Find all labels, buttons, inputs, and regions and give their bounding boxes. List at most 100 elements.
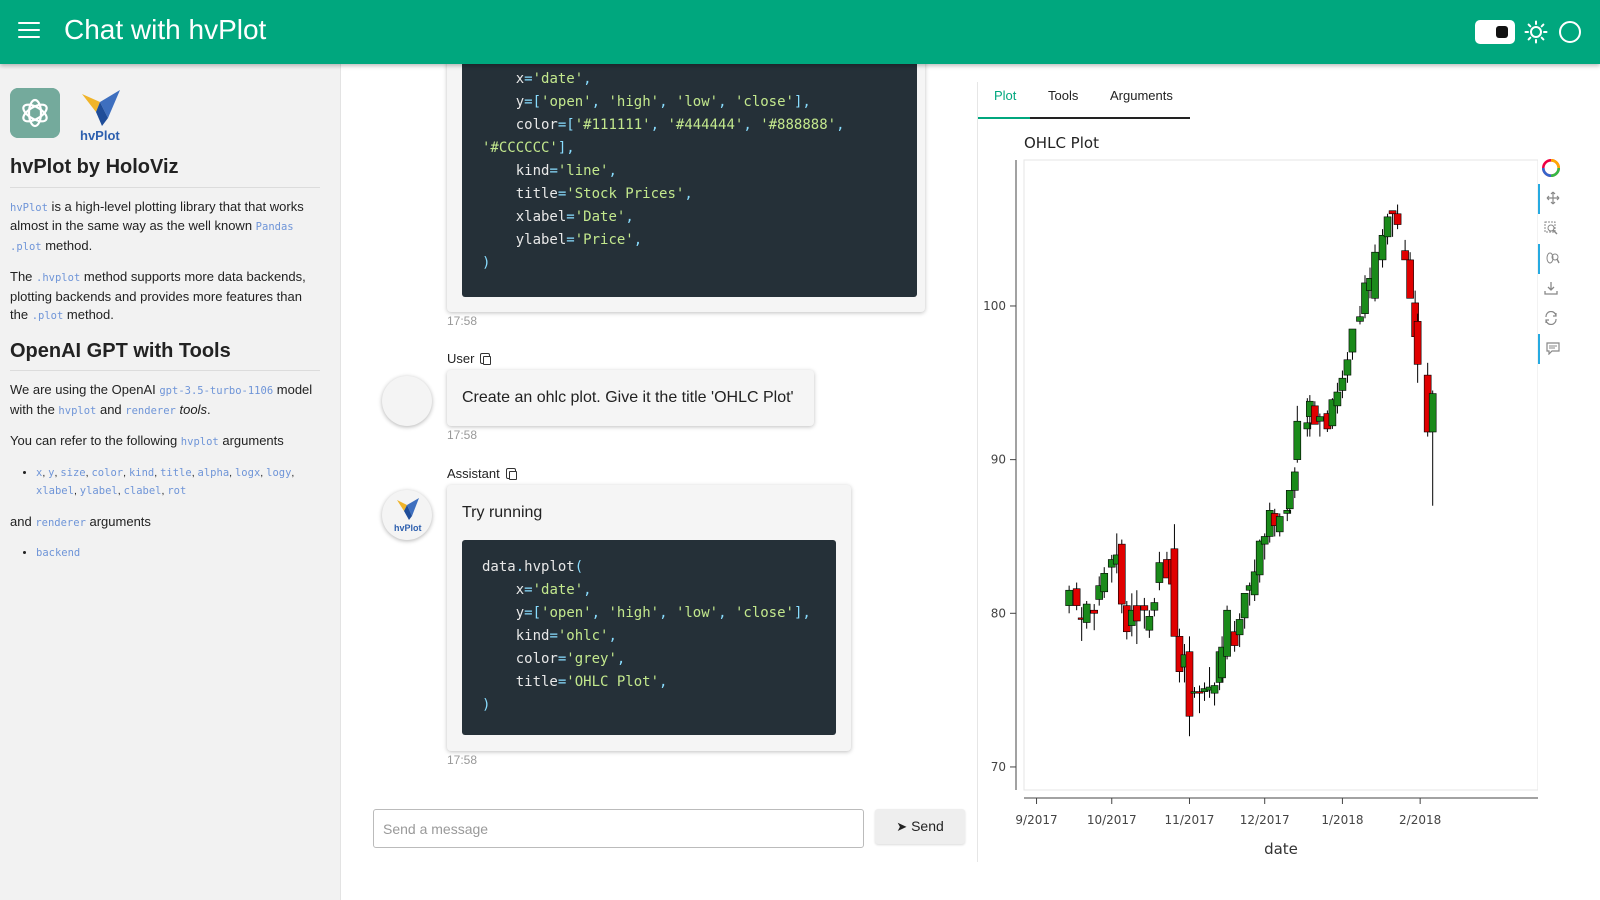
- menu-icon[interactable]: [18, 22, 40, 40]
- sidebar-model-paragraph: We are using the OpenAI gpt-3.5-turbo-11…: [10, 382, 313, 417]
- candle-body: [1082, 603, 1091, 623]
- code-line: title='OHLC Plot',: [482, 674, 668, 690]
- hvplot-link[interactable]: hvPlot: [10, 202, 48, 214]
- candle-body: [1290, 471, 1299, 491]
- copy-icon[interactable]: [480, 353, 492, 365]
- hvplot-method-link[interactable]: .hvplot: [36, 272, 80, 284]
- argument-link-ylabel[interactable]: ylabel: [80, 485, 118, 497]
- candle-body: [1285, 490, 1294, 510]
- code-line: xlabel='Date',: [482, 209, 634, 225]
- sidebar-title-openai: OpenAI GPT with Tools: [10, 341, 320, 371]
- hvplot-arguments-list: x, y, size, color, kind, title, alpha, l…: [10, 464, 330, 501]
- renderer-args-link[interactable]: renderer: [35, 517, 86, 529]
- renderer-tool-link[interactable]: renderer: [125, 405, 176, 417]
- message-text: Create an ohlc plot. Give it the title '…: [462, 389, 794, 406]
- argument-link-x[interactable]: x: [36, 467, 42, 479]
- code-line: x='date',: [482, 71, 592, 87]
- argument-link-xlabel[interactable]: xlabel: [36, 485, 74, 497]
- message-input[interactable]: [373, 809, 864, 848]
- candle-body: [1240, 593, 1249, 619]
- tab-arguments[interactable]: Arguments: [1110, 88, 1173, 103]
- code-line: '#CCCCCC'],: [482, 140, 575, 156]
- candle-body: [1428, 393, 1437, 433]
- list-item: backend: [36, 544, 330, 563]
- sidebar-logos: hvPlot: [10, 88, 330, 143]
- code-block: x='date', y=['open', 'high', 'low', 'clo…: [462, 64, 917, 297]
- candle-body: [1133, 605, 1141, 622]
- message-timestamp: 17:58: [447, 314, 478, 328]
- message-bubble: x='date', y=['open', 'high', 'low', 'clo…: [447, 64, 925, 312]
- candle-body: [1388, 210, 1397, 215]
- app-header: Chat with hvPlot: [0, 0, 1600, 64]
- candle-body: [1383, 216, 1392, 238]
- save-tool-icon[interactable]: [1538, 274, 1564, 304]
- send-button[interactable]: ➤ Send: [875, 809, 965, 844]
- candle-body: [1371, 251, 1379, 299]
- candle-body: [1333, 391, 1342, 407]
- argument-link-y[interactable]: y: [48, 467, 54, 479]
- candle-body: [1293, 420, 1302, 460]
- model-link[interactable]: gpt-3.5-turbo-1106: [159, 385, 273, 397]
- candle-body: [1348, 328, 1357, 353]
- candle-body: [1311, 405, 1319, 425]
- hover-tool-icon[interactable]: [1538, 334, 1564, 364]
- candle-body: [1090, 609, 1099, 614]
- tab-tools[interactable]: Tools: [1048, 88, 1078, 103]
- code-line: x='date',: [482, 582, 592, 598]
- tab-plot[interactable]: Plot: [994, 88, 1016, 103]
- reset-tool-icon[interactable]: [1538, 304, 1564, 334]
- sidebar-arguments-paragraph: You can refer to the following hvplot ar…: [10, 433, 284, 448]
- candle-body: [1250, 571, 1259, 596]
- wheel-zoom-tool-icon[interactable]: [1538, 244, 1564, 274]
- candle-body: [1401, 250, 1409, 261]
- sidebar-title-hvplot: hvPlot by HoloViz: [10, 157, 320, 188]
- candle-body: [1275, 516, 1284, 533]
- candle-body: [1338, 377, 1347, 391]
- argument-link-size[interactable]: size: [60, 467, 85, 479]
- x-tick-label: 9/2017: [1015, 813, 1057, 827]
- candle-body: [1072, 588, 1081, 606]
- argument-link-rot[interactable]: rot: [167, 485, 186, 497]
- message-timestamp: 17:58: [447, 753, 478, 767]
- x-axis-label: date: [1264, 840, 1298, 858]
- plot-toolbar: [1538, 154, 1564, 364]
- argument-link-kind[interactable]: kind: [129, 467, 154, 479]
- x-tick-label: 12/2017: [1240, 813, 1290, 827]
- hvplot-args-link[interactable]: hvplot: [181, 436, 219, 448]
- message-bubble: Try running data.hvplot( x='date', y=['o…: [447, 485, 851, 751]
- copy-icon[interactable]: [505, 468, 517, 480]
- ohlc-chart[interactable]: 70 80 90 100 9/2017 10/2017 11/2017 12/2017 1/20…: [978, 148, 1538, 858]
- argument-link-clabel[interactable]: clabel: [124, 485, 162, 497]
- backend-arg-link[interactable]: backend: [36, 547, 80, 559]
- theme-toggle[interactable]: [1475, 20, 1515, 44]
- argument-link-logy[interactable]: logy: [266, 467, 291, 479]
- hvplot-tool-link[interactable]: hvplot: [58, 405, 96, 417]
- code-line: title='Stock Prices',: [482, 186, 693, 202]
- tab-bar: Plot Tools Arguments: [978, 82, 1190, 119]
- sun-icon[interactable]: [1524, 20, 1548, 44]
- box-zoom-tool-icon[interactable]: [1538, 214, 1564, 244]
- y-tick-label: 80: [991, 606, 1006, 620]
- y-tick-label: 70: [991, 760, 1006, 774]
- candle-body: [1260, 536, 1269, 545]
- code-line: data.hvplot(: [482, 559, 584, 575]
- plot-method-link[interactable]: .plot: [32, 310, 64, 322]
- hvplot-logo-icon: hvPlot: [394, 498, 422, 533]
- candle-body: [1150, 602, 1159, 611]
- list-item: x, y, size, color, kind, title, alpha, l…: [36, 464, 330, 501]
- argument-link-logx[interactable]: logx: [235, 467, 260, 479]
- code-block: data.hvplot( x='date', y=['open', 'high'…: [462, 540, 836, 735]
- message-bubble: Create an ohlc plot. Give it the title '…: [447, 370, 814, 426]
- argument-link-color[interactable]: color: [91, 467, 123, 479]
- code-line: y=['open', 'high', 'low', 'close'],: [482, 605, 811, 621]
- user-avatar: [382, 376, 432, 426]
- candle-body: [1100, 573, 1109, 593]
- argument-link-title[interactable]: title: [160, 467, 192, 479]
- bokeh-logo-icon[interactable]: [1538, 154, 1564, 184]
- svg-text:hvPlot: hvPlot: [80, 128, 120, 143]
- pan-tool-icon[interactable]: [1538, 184, 1564, 214]
- argument-link-alpha[interactable]: alpha: [198, 467, 230, 479]
- message-author: Assistant: [447, 466, 517, 481]
- candle-body: [1065, 589, 1073, 606]
- send-icon: ➤: [896, 819, 908, 834]
